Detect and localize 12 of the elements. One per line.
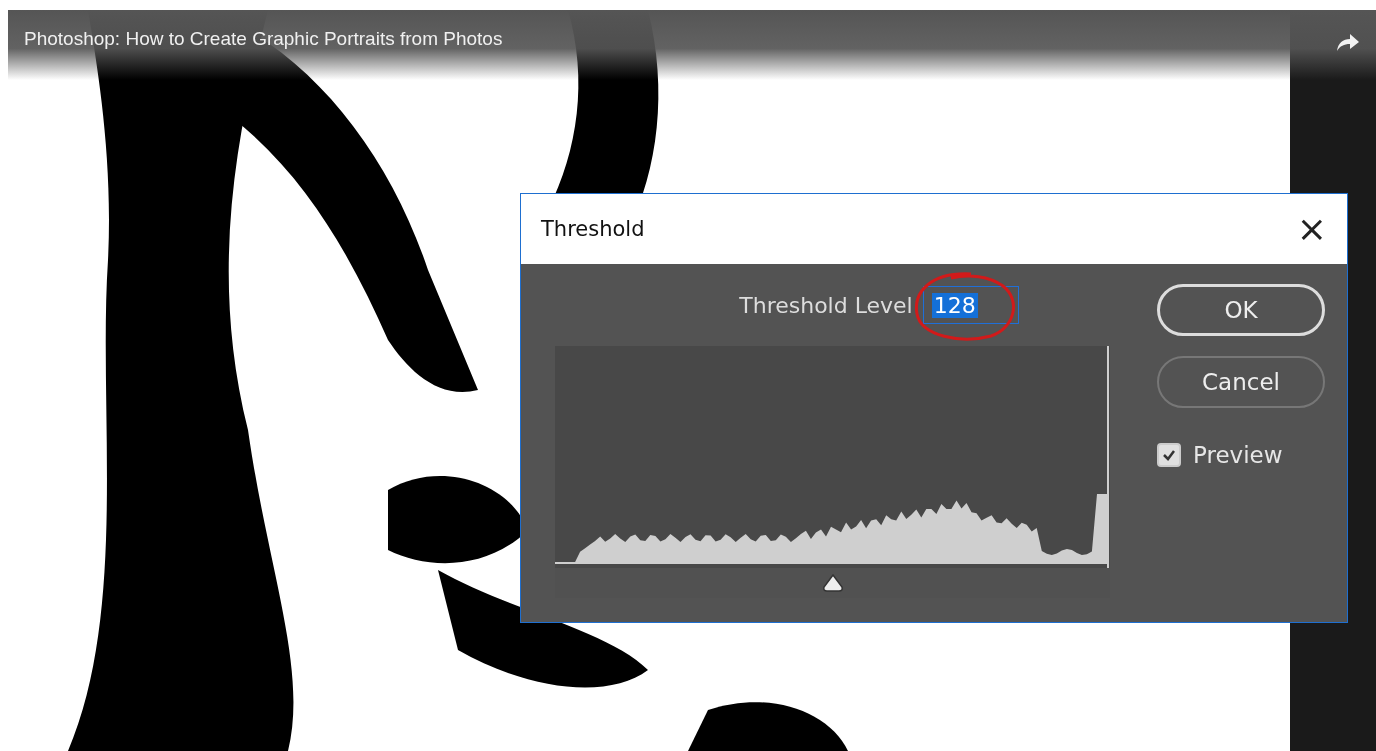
threshold-level-field[interactable]: 128: [922, 286, 1019, 324]
field-value: 128: [931, 292, 978, 318]
ok-button[interactable]: OK: [1157, 284, 1325, 336]
dialog-title: Threshold: [541, 217, 645, 241]
cancel-button[interactable]: Cancel: [1157, 356, 1325, 408]
video-title[interactable]: Photoshop: How to Create Graphic Portraits from Photos: [24, 28, 503, 50]
close-button[interactable]: ×: [1294, 211, 1329, 247]
share-icon[interactable]: [1336, 32, 1360, 52]
slider-thumb[interactable]: [821, 574, 844, 592]
field-label: Threshold Level: [739, 292, 913, 318]
preview-label[interactable]: Preview: [1193, 442, 1283, 468]
preview-checkbox[interactable]: [1157, 443, 1181, 467]
